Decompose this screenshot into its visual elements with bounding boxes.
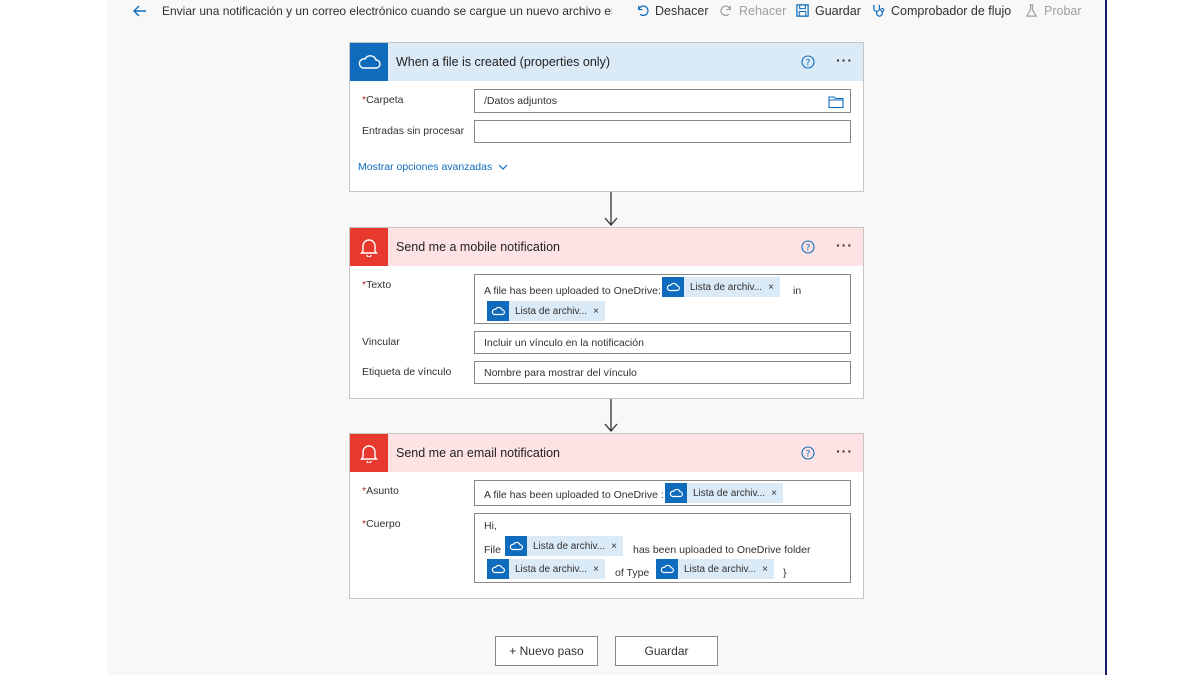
onedrive-icon: [662, 277, 684, 297]
svg-text:?: ?: [806, 244, 811, 254]
help-icon[interactable]: ?: [801, 240, 815, 254]
onedrive-icon: [505, 536, 527, 556]
flow-title: Enviar una notificación y un correo elec…: [162, 4, 612, 18]
raw-inputs-label: Entradas sin procesar: [362, 125, 465, 137]
dynamic-content-token[interactable]: Lista de archiv... ×: [656, 559, 774, 579]
email-card-title: Send me an email notification: [396, 446, 560, 460]
back-arrow-icon[interactable]: [131, 2, 149, 20]
save-toolbar-button[interactable]: Guardar: [795, 3, 861, 18]
undo-button[interactable]: Deshacer: [635, 3, 709, 18]
redo-button[interactable]: Rehacer: [719, 3, 786, 18]
remove-token-icon[interactable]: ×: [611, 541, 623, 552]
undo-label: Deshacer: [655, 3, 709, 18]
test-button[interactable]: Probar: [1024, 3, 1082, 18]
remove-token-icon[interactable]: ×: [768, 282, 780, 293]
dynamic-content-token[interactable]: Lista de archiv... ×: [662, 277, 780, 297]
flow-checker-button[interactable]: Comprobador de flujo: [871, 3, 1011, 18]
raw-inputs-field[interactable]: [474, 120, 851, 143]
save-flow-button[interactable]: Guardar: [615, 636, 718, 666]
test-label: Probar: [1044, 3, 1082, 18]
bell-icon: [350, 228, 388, 266]
link-tag-label: Etiqueta de vínculo: [362, 366, 452, 378]
onedrive-icon: [656, 559, 678, 579]
folder-input[interactable]: /Datos adjuntos: [474, 89, 851, 113]
mobile-card-header[interactable]: Send me a mobile notification ? ···: [350, 228, 863, 266]
remove-token-icon[interactable]: ×: [771, 488, 783, 499]
connector-arrow-1[interactable]: [604, 192, 618, 228]
chevron-down-icon: [498, 164, 508, 170]
show-advanced-options-link[interactable]: Mostrar opciones avanzadas: [358, 161, 508, 173]
flask-icon: [1025, 4, 1038, 17]
email-notification-card: Send me an email notification ? ··· *Asu…: [349, 433, 864, 599]
remove-token-icon[interactable]: ×: [762, 564, 774, 575]
folder-picker-icon[interactable]: [828, 95, 844, 108]
remove-token-icon[interactable]: ×: [593, 306, 605, 317]
dynamic-content-token[interactable]: Lista de archiv... ×: [487, 301, 605, 321]
stethoscope-icon: [873, 4, 885, 17]
more-menu-icon[interactable]: ···: [836, 443, 853, 459]
help-icon[interactable]: ?: [801, 446, 815, 460]
more-menu-icon[interactable]: ···: [836, 52, 853, 68]
designer-toolbar: Enviar una notificación y un correo elec…: [107, 0, 1107, 24]
connector-arrow-2[interactable]: [604, 399, 618, 434]
dynamic-content-token[interactable]: Lista de archiv... ×: [505, 536, 623, 556]
svg-text:?: ?: [806, 450, 811, 460]
svg-text:?: ?: [806, 59, 811, 69]
onedrive-icon: [487, 301, 509, 321]
undo-icon: [638, 5, 649, 17]
trigger-card-header[interactable]: When a file is created (properties only)…: [350, 43, 863, 81]
onedrive-icon: [665, 483, 687, 503]
link-tag-input[interactable]: Nombre para mostrar del vínculo: [474, 361, 851, 384]
mobile-card-title: Send me a mobile notification: [396, 240, 560, 254]
onedrive-icon: [487, 559, 509, 579]
save-icon: [796, 4, 809, 17]
text-label: *Texto: [362, 279, 392, 291]
flow-designer-canvas: Enviar una notificación y un correo elec…: [107, 0, 1107, 675]
trigger-card-title: When a file is created (properties only): [396, 55, 610, 69]
subject-input[interactable]: A file has been uploaded to OneDrive : L…: [474, 480, 851, 506]
save-label: Guardar: [815, 3, 861, 18]
remove-token-icon[interactable]: ×: [593, 564, 605, 575]
help-icon[interactable]: ?: [801, 55, 815, 69]
email-card-header[interactable]: Send me an email notification ? ···: [350, 434, 863, 472]
link-input[interactable]: Incluir un vínculo en la notificación: [474, 331, 851, 354]
right-margin: [1109, 0, 1200, 675]
text-input[interactable]: A file has been uploaded to OneDrive: Li…: [474, 274, 851, 324]
dynamic-content-token[interactable]: Lista de archiv... ×: [487, 559, 605, 579]
redo-label: Rehacer: [739, 3, 787, 18]
mobile-notification-card: Send me a mobile notification ? ··· *Tex…: [349, 227, 864, 399]
onedrive-icon: [350, 43, 388, 81]
flow-checker-label: Comprobador de flujo: [891, 3, 1012, 18]
redo-icon: [720, 5, 731, 17]
more-menu-icon[interactable]: ···: [836, 237, 853, 253]
body-label: *Cuerpo: [362, 518, 401, 530]
new-step-button[interactable]: + Nuevo paso: [495, 636, 598, 666]
folder-label: *Carpeta: [362, 94, 404, 106]
link-label: Vincular: [362, 336, 400, 348]
bell-icon: [350, 434, 388, 472]
dynamic-content-token[interactable]: Lista de archiv... ×: [665, 483, 783, 503]
trigger-card-file-created: When a file is created (properties only)…: [349, 42, 864, 192]
subject-label: *Asunto: [362, 485, 399, 497]
body-input[interactable]: Hi, File Lista de archiv... × has been u…: [474, 513, 851, 583]
